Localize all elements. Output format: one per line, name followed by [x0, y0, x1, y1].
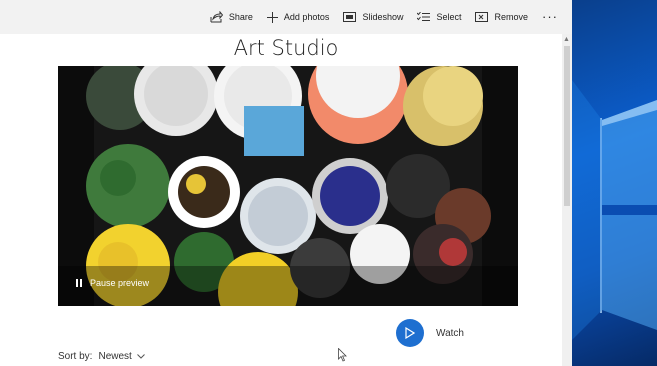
photos-app-window: Share Add photos Slideshow Select Remove…	[0, 0, 572, 366]
page-title: Art Studio	[233, 36, 339, 60]
windows-logo-wallpaper	[572, 80, 657, 340]
scrollbar-thumb[interactable]	[564, 46, 570, 206]
pause-preview-label: Pause preview	[90, 278, 150, 288]
slideshow-label: Slideshow	[362, 12, 404, 22]
pause-preview-button[interactable]: Pause preview	[76, 278, 149, 288]
sort-dropdown[interactable]: Newest	[98, 351, 145, 362]
sort-value: Newest	[98, 351, 132, 362]
share-button[interactable]: Share	[210, 11, 253, 23]
paint-jars-image	[58, 66, 518, 306]
mouse-pointer-icon	[338, 347, 348, 366]
remove-icon	[475, 11, 489, 23]
select-label: Select	[436, 12, 462, 22]
slideshow-button[interactable]: Slideshow	[343, 12, 403, 22]
add-photos-label: Add photos	[283, 12, 330, 22]
slideshow-icon	[343, 12, 357, 22]
share-icon	[210, 11, 223, 23]
remove-button[interactable]: Remove	[475, 11, 528, 23]
play-icon	[396, 319, 424, 347]
sort-control: Sort by: Newest	[58, 351, 145, 362]
pause-icon	[76, 279, 82, 287]
sort-label: Sort by:	[58, 351, 93, 362]
watch-label: Watch	[436, 327, 464, 339]
desktop-background	[572, 0, 657, 366]
share-label: Share	[228, 12, 253, 22]
command-bar: Share Add photos Slideshow Select Remove…	[196, 0, 558, 34]
select-button[interactable]: Select	[417, 12, 461, 22]
plus-icon	[266, 11, 278, 23]
watch-button[interactable]: Watch	[396, 319, 464, 347]
vertical-scrollbar[interactable]: ▲	[562, 34, 572, 366]
chevron-down-icon	[136, 351, 145, 362]
scroll-up-icon[interactable]: ▲	[563, 36, 570, 43]
remove-label: Remove	[494, 12, 528, 22]
toolbar: Share Add photos Slideshow Select Remove…	[0, 0, 572, 34]
more-options-button[interactable]: ···	[542, 10, 558, 23]
select-list-icon	[417, 12, 431, 22]
album-preview-video[interactable]: Pause preview	[58, 66, 518, 306]
add-photos-button[interactable]: Add photos	[266, 11, 330, 23]
